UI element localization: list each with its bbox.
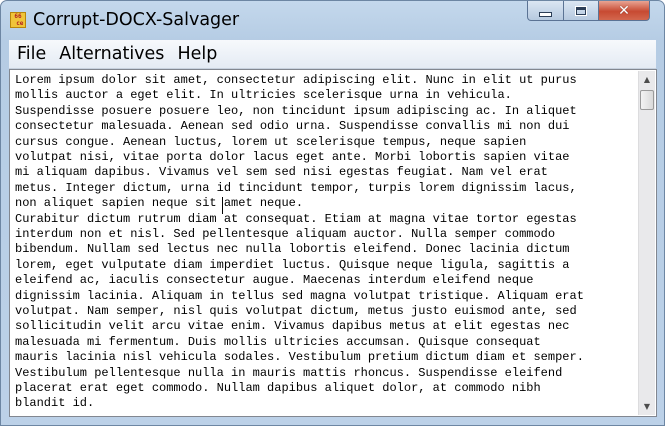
menu-bar: File Alternatives Help: [9, 40, 656, 69]
text-line: Lorem ipsum dolor sit amet, consectetur …: [15, 73, 577, 87]
text-line: malesuada mi fermentum. Duis mollis ultr…: [15, 334, 541, 349]
text-line: consectetur malesuada. Aenean sed odio u…: [15, 119, 570, 134]
maximize-icon: [575, 5, 587, 16]
app-icon-glyph: 66 ce: [14, 13, 24, 27]
close-button[interactable]: ✕: [599, 1, 650, 21]
text-line: metus. Integer dictum, urna id tincidunt…: [15, 180, 577, 195]
chevron-down-icon: ▼: [643, 402, 651, 411]
scroll-thumb[interactable]: [640, 90, 654, 110]
text-line: non aliquet sapien neque sit amet neque.: [15, 196, 304, 211]
text-line: mollis auctor a eget elit. In ultricies …: [15, 88, 512, 103]
app-document-icon[interactable]: 66 ce: [10, 12, 26, 28]
chevron-up-icon: ▲: [643, 75, 651, 84]
text-line: placerat erat eget commodo. Nullam dapib…: [15, 381, 541, 395]
minimize-button[interactable]: [527, 1, 564, 21]
text-area[interactable]: Lorem ipsum dolor sit amet, consectetur …: [11, 71, 639, 415]
text-line: Suspendisse posuere posuere leo, non tin…: [15, 103, 577, 118]
text-line: volutpat. Nam semper, nisl quis volutpat…: [15, 304, 577, 318]
text-line: lorem, eget vulputate diam imperdiet luc…: [15, 257, 570, 272]
menu-alternatives[interactable]: Alternatives: [54, 40, 169, 68]
text-line: interdum non et nisl. Sed pellentesque a…: [15, 227, 556, 241]
text-line: volutpat nisi, vitae porta dolor lacus e…: [15, 150, 570, 164]
window-title: Corrupt-DOCX-Salvager: [33, 10, 240, 30]
text-line: Vestibulum pellentesque nulla in mauris …: [15, 365, 563, 380]
scroll-up-button[interactable]: ▲: [639, 71, 655, 88]
text-line: mauris lacinia nisl vehicula sodales. Ve…: [15, 350, 584, 365]
text-line: Curabitur dictum rutrum diam at consequa…: [15, 211, 577, 226]
text-line: bibendum. Nullam sed lectus nec nulla lo…: [15, 242, 570, 257]
maximize-button[interactable]: [564, 1, 599, 21]
text-line: eleifend ac, iaculis consectetur augue. …: [15, 273, 534, 288]
title-bar[interactable]: 66 ce Corrupt-DOCX-Salvager ✕: [1, 1, 664, 39]
text-line: cursus congue. Aenean luctus, lorem ut s…: [15, 134, 527, 149]
scroll-down-button[interactable]: ▼: [639, 398, 655, 415]
text-caret: [222, 197, 223, 214]
text-editor[interactable]: Lorem ipsum dolor sit amet, consectetur …: [9, 69, 657, 417]
vertical-scrollbar[interactable]: ▲ ▼: [638, 71, 655, 415]
minimize-icon: [539, 12, 552, 17]
close-icon: ✕: [618, 2, 630, 19]
text-line: blandit id.: [15, 396, 95, 411]
menu-help[interactable]: Help: [172, 40, 222, 68]
app-window: 66 ce Corrupt-DOCX-Salvager ✕ File Alter…: [0, 0, 665, 426]
menu-file[interactable]: File: [12, 40, 51, 68]
caption-buttons: ✕: [518, 1, 658, 22]
text-line: mi aliquam dapibus. Vivamus vel sem sed …: [15, 165, 548, 180]
text-line: sollicitudin velit arcu vitae enim. Viva…: [15, 319, 570, 334]
text-line: dignissim lacinia. Aliquam in tellus sed…: [15, 288, 584, 303]
